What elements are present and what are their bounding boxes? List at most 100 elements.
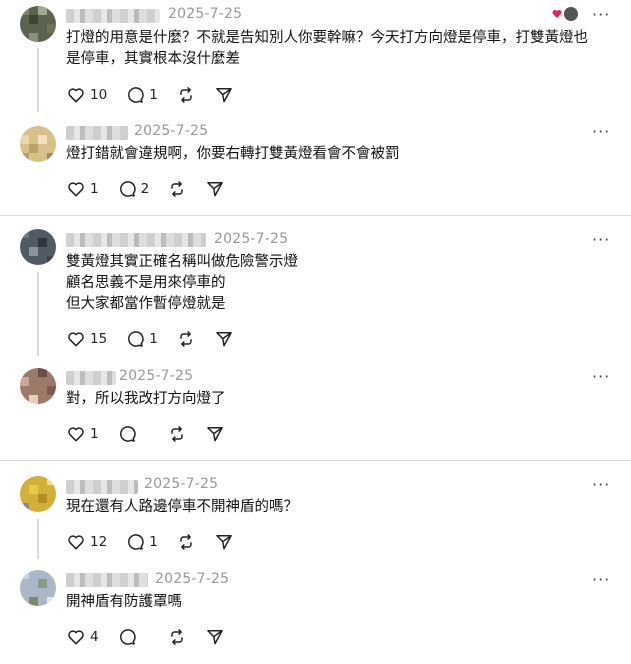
avatar[interactable] <box>20 126 56 162</box>
share-button[interactable] <box>205 179 225 199</box>
more-options-button[interactable]: ··· <box>592 572 610 588</box>
thread-divider <box>0 460 631 461</box>
share-button[interactable] <box>205 627 225 647</box>
comment-icon <box>119 629 136 645</box>
comment-line: 顧名思義不是用來停車的 <box>66 275 226 291</box>
reply-button[interactable] <box>117 627 149 647</box>
repost-icon <box>180 87 192 103</box>
reply-button[interactable]: 1 <box>125 85 158 105</box>
thread-line <box>37 272 39 356</box>
comment-text: 雙黃燈其實正確名稱叫做危險警示燈 顧名思義不是用來停車的 但大家都當作暫停燈就是 <box>66 252 298 315</box>
comment-line: 開神盾有防護罩嗎 <box>66 594 182 610</box>
like-count: 15 <box>90 331 108 347</box>
more-options-button[interactable]: ··· <box>592 124 610 140</box>
avatar[interactable] <box>20 368 56 404</box>
username-blurred[interactable] <box>66 371 116 385</box>
repost-icon <box>171 181 183 197</box>
repost-button[interactable] <box>176 532 196 552</box>
share-button[interactable] <box>205 424 225 444</box>
send-icon <box>206 427 223 442</box>
send-icon <box>206 630 223 645</box>
comment-line: 雙黃燈其實正確名稱叫做危險警示燈 <box>66 254 298 270</box>
like-count: 12 <box>90 534 108 550</box>
share-button[interactable] <box>214 329 234 349</box>
like-button[interactable]: 1 <box>66 179 99 199</box>
repost-button[interactable] <box>176 85 196 105</box>
reply-button[interactable] <box>117 424 149 444</box>
like-count: 10 <box>90 87 108 103</box>
comment-text: 現在還有人路邊停車不開神盾的嗎？ <box>66 497 298 518</box>
like-count: 1 <box>90 426 99 442</box>
reply-count: 1 <box>149 87 158 103</box>
repost-icon <box>180 331 192 347</box>
reply-button[interactable]: 2 <box>117 179 150 199</box>
reply-count: 1 <box>149 534 158 550</box>
repost-button[interactable] <box>167 179 187 199</box>
comment-text: 燈打錯就會違規啊，你要右轉打雙黃燈看會不會被罰 <box>66 144 400 165</box>
username-blurred[interactable] <box>66 126 128 140</box>
heart-icon <box>68 332 84 347</box>
action-bar: 1 2 <box>66 179 243 199</box>
username-blurred[interactable] <box>66 9 160 23</box>
comment-icon <box>128 87 144 103</box>
comment-line: 對，所以我改打方向燈了 <box>66 391 226 407</box>
avatar-mini <box>564 7 578 21</box>
avatar[interactable] <box>20 570 56 606</box>
comment-line: 是停車，其實根本沒什麼差 <box>66 51 240 67</box>
comment-line: 打燈的用意是什麼？不就是告知別人你要幹嘛？今天打方向燈是停車，打雙黃燈也 <box>66 30 588 46</box>
like-button[interactable]: 15 <box>66 329 107 349</box>
like-button[interactable]: 4 <box>66 627 99 647</box>
thread-divider <box>0 215 631 216</box>
reply-count: 2 <box>140 181 150 197</box>
comment-text: 開神盾有防護罩嗎 <box>66 592 182 613</box>
more-options-button[interactable]: ··· <box>592 477 610 493</box>
more-options-button[interactable]: ··· <box>592 232 610 248</box>
avatar[interactable] <box>20 229 56 265</box>
action-bar: 10 1 <box>66 85 252 105</box>
reply-count: 1 <box>149 331 158 347</box>
share-button[interactable] <box>214 85 234 105</box>
comment-text: 對，所以我改打方向燈了 <box>66 389 226 410</box>
repost-button[interactable] <box>167 424 187 444</box>
heart-icon <box>68 427 84 442</box>
heart-icon <box>68 88 84 103</box>
comment-icon <box>128 534 144 550</box>
like-button[interactable]: 12 <box>66 532 107 552</box>
timestamp: 2025-7-25 <box>168 6 243 22</box>
send-icon <box>215 535 232 550</box>
thread-line <box>37 48 39 112</box>
like-button[interactable]: 1 <box>66 424 99 444</box>
more-options-button[interactable]: ··· <box>592 7 610 23</box>
reply-button[interactable]: 1 <box>125 329 158 349</box>
heart-icon <box>552 10 562 18</box>
repost-icon <box>170 426 183 442</box>
repost-button[interactable] <box>176 329 196 349</box>
repost-icon <box>170 629 183 645</box>
timestamp: 2025-7-25 <box>144 476 219 492</box>
reply-button[interactable]: 1 <box>125 532 158 552</box>
comment-icon <box>119 181 136 197</box>
heart-icon <box>68 630 84 645</box>
like-badge <box>552 7 578 21</box>
avatar[interactable] <box>20 6 56 42</box>
like-button[interactable]: 10 <box>66 85 107 105</box>
action-bar: 15 1 <box>66 329 252 349</box>
repost-button[interactable] <box>167 627 187 647</box>
timestamp: 2025-7-25 <box>214 231 289 247</box>
more-options-button[interactable]: ··· <box>592 369 610 385</box>
comment-text: 打燈的用意是什麼？不就是告知別人你要幹嘛？今天打方向燈是停車，打雙黃燈也 是停車… <box>66 28 588 70</box>
action-bar: 1 <box>66 424 243 444</box>
heart-icon <box>68 535 84 550</box>
timestamp: 2025-7-25 <box>155 571 230 587</box>
action-bar: 12 1 <box>66 532 252 552</box>
comment-icon <box>119 426 136 442</box>
comment-line: 燈打錯就會違規啊，你要右轉打雙黃燈看會不會被罰 <box>66 146 400 162</box>
username-blurred[interactable] <box>66 233 206 247</box>
share-button[interactable] <box>214 532 234 552</box>
comment-line: 現在還有人路邊停車不開神盾的嗎？ <box>66 499 298 515</box>
username-blurred[interactable] <box>66 480 138 494</box>
like-count: 4 <box>90 629 99 645</box>
thread-line <box>37 519 39 559</box>
avatar[interactable] <box>20 476 56 512</box>
username-blurred[interactable] <box>66 573 148 587</box>
